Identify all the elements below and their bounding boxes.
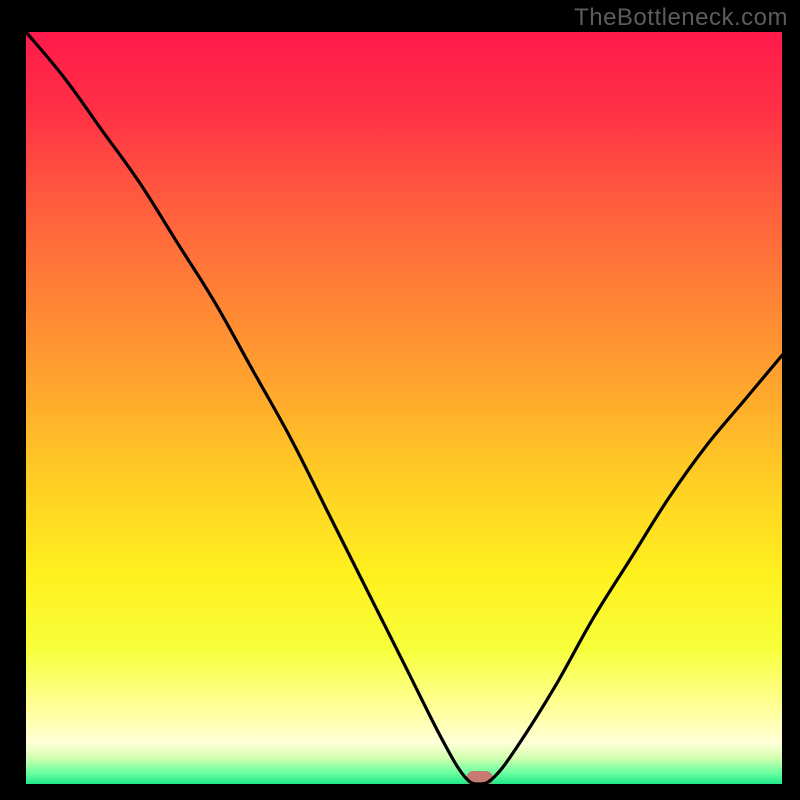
plot-area bbox=[26, 32, 782, 784]
watermark-label: TheBottleneck.com bbox=[574, 4, 788, 32]
chart-container: TheBottleneck.com bbox=[0, 0, 800, 800]
bottleneck-curve bbox=[26, 32, 782, 784]
